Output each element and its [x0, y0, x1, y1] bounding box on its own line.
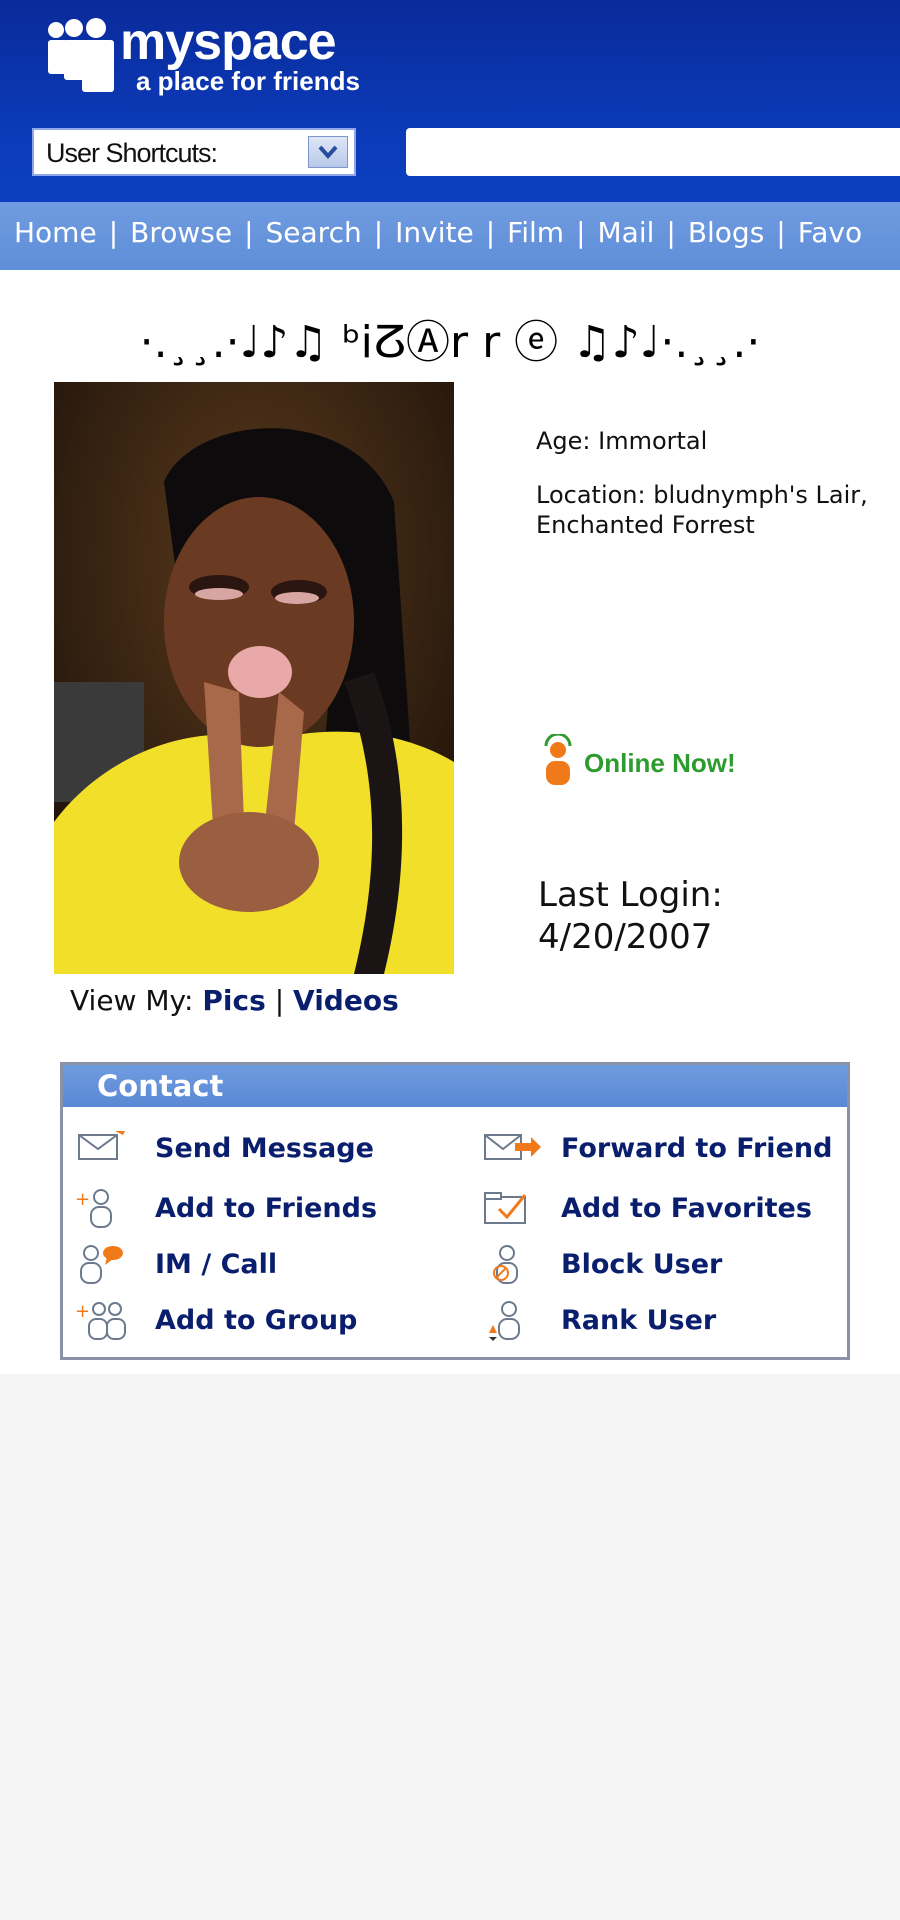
profile-photo[interactable]: [54, 382, 454, 974]
nav-item-blogs[interactable]: Blogs: [688, 216, 764, 249]
online-now-text: Online Now!: [584, 748, 736, 778]
myspace-people-logo-icon: [48, 18, 114, 92]
view-separator: |: [274, 984, 285, 1017]
online-now-badge: Online Now!: [540, 732, 736, 788]
svg-text:+: +: [75, 1301, 90, 1322]
contact-header: Contact: [63, 1065, 847, 1107]
nav-separator: |: [373, 216, 384, 249]
im-call-icon: [80, 1245, 123, 1284]
block-user-label: Block User: [561, 1249, 723, 1280]
last-login-label: Last Login:: [538, 875, 723, 915]
nav-item-invite[interactable]: Invite: [395, 216, 474, 249]
view-pics-link[interactable]: Pics: [202, 984, 265, 1017]
contact-title: Contact: [97, 1069, 224, 1103]
add-to-friends-label: Add to Friends: [155, 1193, 378, 1224]
forward-envelope-icon: [484, 1134, 541, 1160]
block-user-icon: [493, 1245, 518, 1284]
nav-item-favorites[interactable]: Favo: [798, 216, 862, 249]
profile-location-line1: Location: bludnymph's Lair,: [536, 481, 868, 509]
forward-to-friend-label: Forward to Friend: [561, 1133, 833, 1164]
nav-separator: |: [485, 216, 496, 249]
profile-age: Age: Immortal: [536, 427, 708, 455]
add-friend-icon: +: [75, 1189, 112, 1228]
user-shortcuts-label: User Shortcuts:: [46, 138, 218, 168]
online-status-icon: [544, 732, 572, 785]
search-input[interactable]: [406, 128, 900, 176]
last-login-date: 4/20/2007: [538, 917, 713, 957]
nav-item-browse[interactable]: Browse: [130, 216, 232, 249]
view-videos-link[interactable]: Videos: [293, 984, 399, 1017]
im-call-label: IM / Call: [155, 1249, 278, 1280]
view-my-links: View My: Pics | Videos: [70, 984, 399, 1017]
svg-text:+: +: [75, 1189, 90, 1210]
favorites-folder-icon: [484, 1192, 527, 1224]
profile-main: ·.¸¸.·♩♪♫ ᵇiⵒⒶr r ⓔ ♫♪♩·.¸¸.· Age: Immor…: [0, 270, 900, 1374]
dropdown-button[interactable]: [308, 136, 348, 168]
profile-photo-image: [54, 382, 454, 974]
nav-item-search[interactable]: Search: [266, 216, 362, 249]
user-shortcuts-dropdown[interactable]: User Shortcuts:: [32, 128, 356, 176]
chevron-down-icon: [318, 145, 338, 160]
logo-tagline: a place for friends: [136, 66, 360, 96]
rank-user-label: Rank User: [561, 1305, 717, 1336]
nav-item-home[interactable]: Home: [14, 216, 97, 249]
add-to-favorites-label: Add to Favorites: [561, 1193, 812, 1224]
main-nav: Home | Browse | Search | Invite | Film | Mail | Blog…: [0, 202, 900, 270]
nav-separator: |: [576, 216, 586, 249]
profile-location-line2: Enchanted Forrest: [536, 511, 755, 539]
rank-user-icon: [489, 1301, 520, 1341]
add-to-group-label: Add to Group: [155, 1305, 358, 1336]
last-login: Last Login: 4/20/2007: [538, 874, 723, 958]
view-my-label: View My:: [70, 984, 194, 1017]
send-message-label: Send Message: [155, 1133, 374, 1164]
profile-display-name: ·.¸¸.·♩♪♫ ᵇiⵒⒶr r ⓔ ♫♪♩·.¸¸.·: [139, 317, 761, 368]
site-header: myspace a place for friends User Shortcu…: [0, 0, 900, 202]
nav-separator: |: [776, 216, 786, 249]
nav-item-film[interactable]: Film: [507, 216, 564, 249]
envelope-icon: [78, 1131, 125, 1160]
nav-separator: |: [244, 216, 254, 249]
contact-box: Contact Send Message Forward to Friend +: [60, 1062, 850, 1360]
add-group-icon: +: [75, 1301, 126, 1340]
nav-separator: |: [108, 216, 119, 249]
logo-wordmark: myspace: [120, 13, 337, 71]
nav-separator: |: [666, 216, 676, 249]
nav-item-mail[interactable]: Mail: [598, 216, 655, 249]
